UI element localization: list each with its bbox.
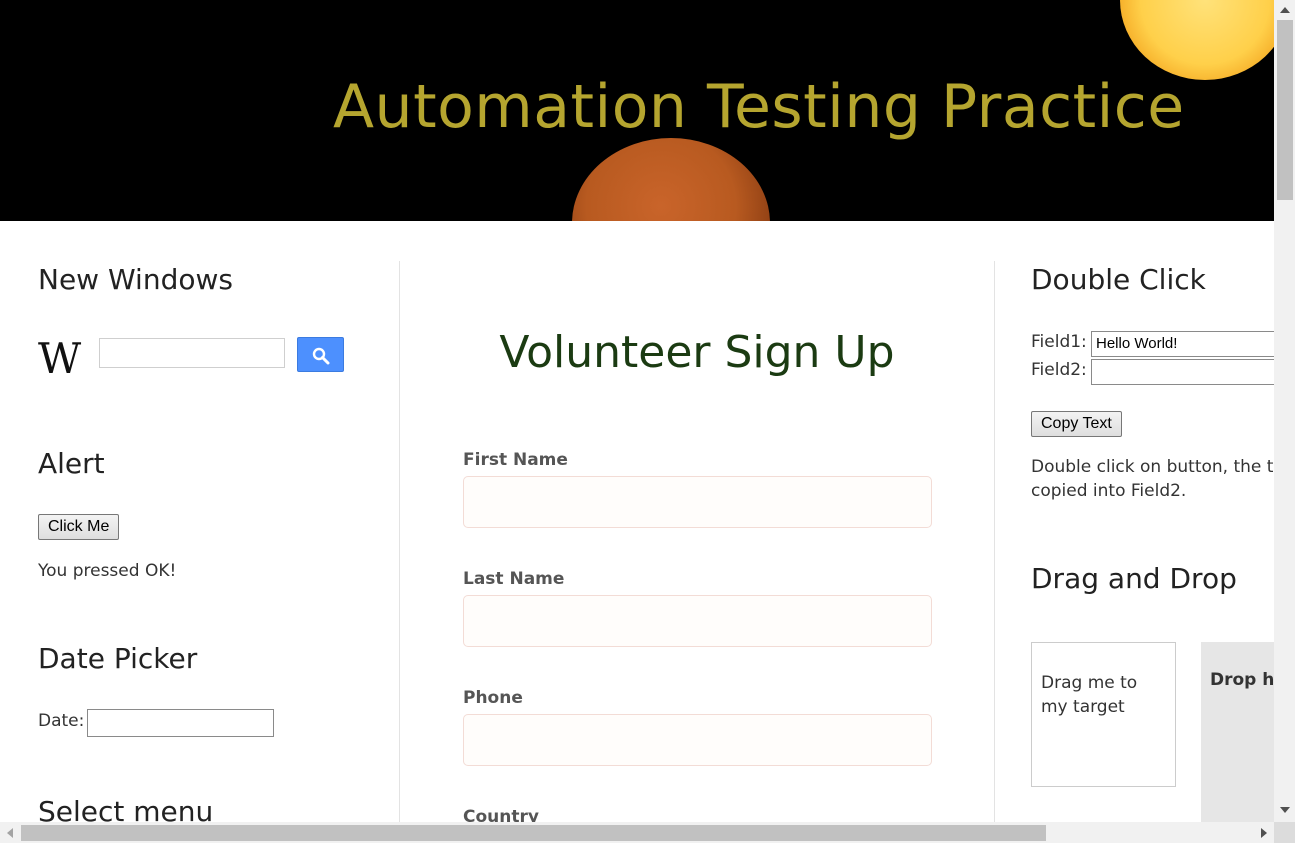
droppable-target[interactable]: Drop he [1201, 642, 1274, 822]
field2-input[interactable] [1091, 359, 1274, 385]
wikipedia-search-input[interactable] [99, 338, 285, 368]
column-divider [994, 261, 995, 822]
alert-result-text: You pressed OK! [38, 561, 177, 581]
drag-drop-heading: Drag and Drop [1031, 562, 1237, 595]
scroll-left-arrow-icon[interactable] [7, 828, 13, 838]
date-picker-input[interactable] [87, 709, 274, 737]
date-label: Date: [38, 711, 85, 731]
bokeh-light [1120, 0, 1274, 80]
new-windows-heading: New Windows [38, 263, 233, 296]
bokeh-light [572, 138, 770, 221]
first-name-input[interactable] [463, 476, 932, 528]
scroll-up-arrow-icon[interactable] [1280, 7, 1290, 13]
header-banner: Automation Testing Practice [0, 0, 1274, 221]
double-click-heading: Double Click [1031, 263, 1206, 296]
field2-label: Field2: [1031, 360, 1087, 380]
alert-heading: Alert [38, 447, 105, 480]
search-icon [312, 347, 330, 365]
field1-input[interactable]: Hello World! [1091, 331, 1274, 357]
scrollbar-corner [1274, 822, 1295, 843]
double-click-description: Double click on button, the te [1031, 457, 1274, 477]
wikipedia-logo-icon[interactable]: W [38, 338, 90, 380]
page-viewport: Automation Testing Practice New Windows … [0, 0, 1274, 822]
last-name-input[interactable] [463, 595, 932, 647]
select-menu-heading: Select menu [38, 795, 214, 822]
first-name-label: First Name [463, 450, 568, 470]
alert-click-me-button[interactable]: Click Me [38, 514, 120, 540]
draggable-box[interactable]: Drag me to my target [1031, 642, 1176, 787]
phone-input[interactable] [463, 714, 932, 766]
scroll-down-arrow-icon[interactable] [1280, 807, 1290, 813]
horizontal-scrollbar-thumb[interactable] [21, 825, 1046, 841]
last-name-label: Last Name [463, 569, 565, 589]
country-label: Country [463, 807, 539, 822]
date-picker-heading: Date Picker [38, 642, 198, 675]
wikipedia-search-button[interactable] [297, 337, 344, 372]
form-title: Volunteer Sign Up [499, 327, 895, 378]
copy-text-button[interactable]: Copy Text [1031, 411, 1122, 437]
field1-label: Field1: [1031, 332, 1087, 352]
vertical-scrollbar-thumb[interactable] [1277, 20, 1293, 200]
phone-label: Phone [463, 688, 523, 708]
page-title: Automation Testing Practice [333, 72, 1185, 142]
double-click-description-line2: copied into Field2. [1031, 481, 1187, 501]
scroll-right-arrow-icon[interactable] [1261, 828, 1267, 838]
